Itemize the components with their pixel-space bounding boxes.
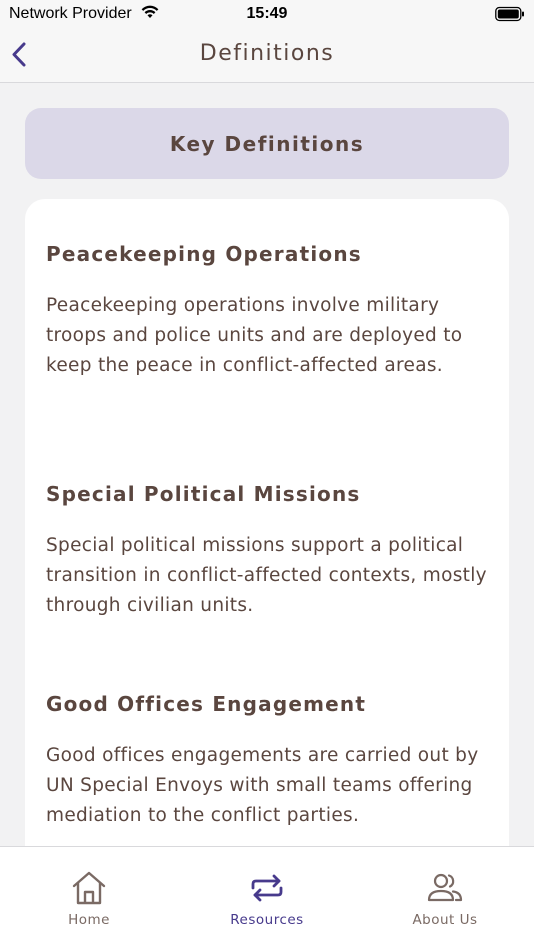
home-icon [72, 871, 106, 905]
definition-body: Good offices engagements are carried out… [46, 745, 479, 826]
definitions-card: Peacekeeping Operations Peacekeeping ope… [25, 199, 509, 899]
definition-title: Peacekeeping Operations [46, 242, 362, 266]
tab-resources[interactable]: Resources [178, 847, 356, 950]
page-title: Definitions [199, 41, 335, 66]
tab-home-label: Home [68, 912, 110, 928]
tab-resources-label: Resources [230, 912, 304, 928]
tab-about-us[interactable]: About Us [356, 847, 534, 950]
definition-title: Good Offices Engagement [46, 692, 367, 716]
navigation-bar: Definitions [0, 30, 534, 83]
users-icon [427, 873, 463, 902]
tab-about-us-label: About Us [412, 912, 478, 928]
definition-body: Special political missions support a pol… [46, 535, 487, 616]
tab-bar: Home Resources About Us [0, 846, 534, 950]
section-header: Key Definitions [25, 108, 509, 179]
definition-title: Special Political Missions [46, 482, 361, 506]
definition-body: Peacekeeping operations involve military… [46, 295, 463, 376]
exchange-icon [251, 874, 283, 902]
tab-home[interactable]: Home [0, 847, 178, 950]
clock-time: 15:49 [246, 5, 288, 22]
section-header-label: Key Definitions [169, 131, 365, 156]
status-bar: Network Provider 15:49 [0, 0, 534, 30]
battery-icon [495, 6, 525, 27]
